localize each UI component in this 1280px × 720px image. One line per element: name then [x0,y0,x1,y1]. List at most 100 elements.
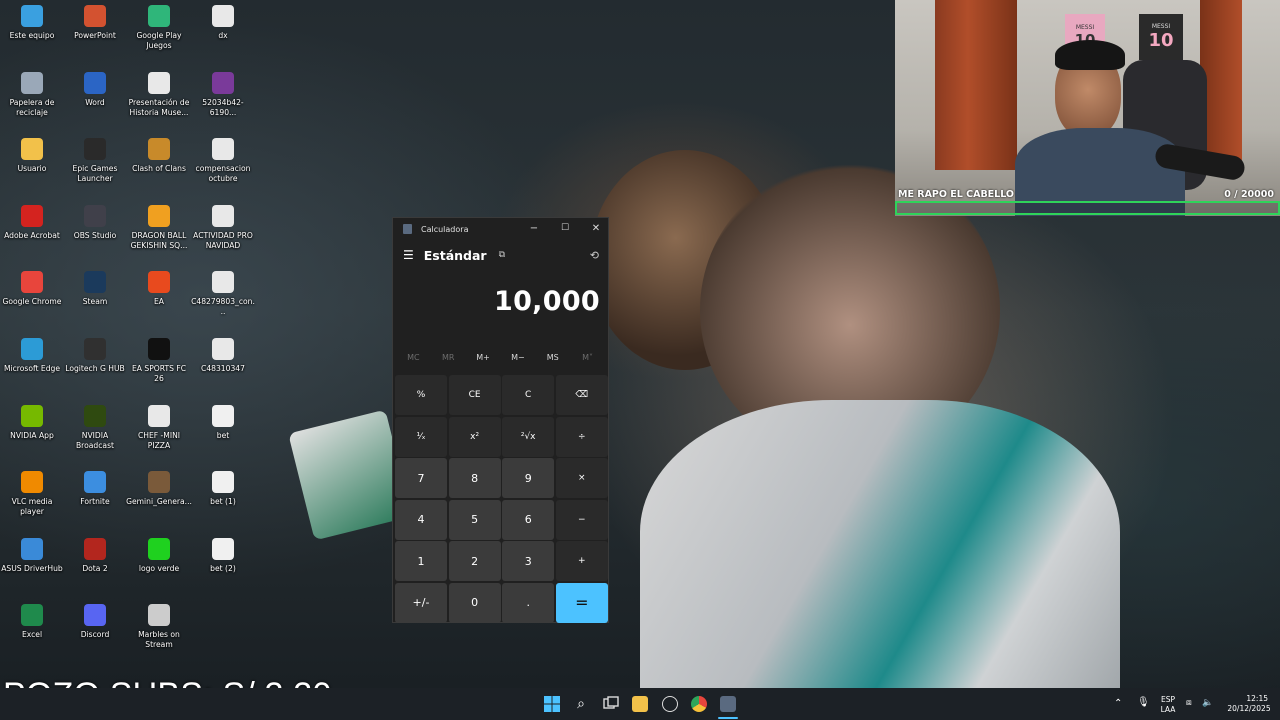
desktop-icon[interactable]: Marbles on Stream [127,604,191,650]
dragonball-icon [148,204,170,227]
desktop-icon[interactable]: C48279803_con... [191,271,255,317]
calc-key[interactable]: 2 [448,541,501,582]
memory-button[interactable]: M+ [466,353,500,362]
desktop-icon[interactable]: EA [127,271,191,307]
tray-chevron-icon[interactable]: ⌃ [1114,699,1122,709]
desktop-icon[interactable]: bet [191,404,255,441]
calculator-titlebar[interactable]: Calculadora − ☐ ✕ [393,218,608,240]
desktop-icon[interactable]: NVIDIA App [0,404,64,441]
calc-key[interactable]: +/- [395,582,447,623]
calc-key[interactable]: − [555,499,608,540]
calc-key[interactable]: 4 [395,499,447,540]
desktop-icon[interactable]: Fortnite [63,471,127,507]
maximize-icon[interactable]: ☐ [555,223,575,233]
desktop-icon[interactable]: Google Play Juegos [127,5,191,51]
desktop-icon[interactable]: 52034b42-6190... [191,71,255,118]
calc-key[interactable]: ¹⁄ₓ [395,416,447,457]
minimize-icon[interactable]: − [524,223,544,234]
desktop-icon[interactable]: Logitech G HUB [63,338,127,374]
calc-key[interactable]: 5 [448,499,501,540]
desktop-icon[interactable]: OBS Studio [63,204,127,241]
calc-key[interactable]: x² [448,416,501,457]
nvidia-broadcast-icon [84,404,106,427]
memory-button[interactable]: M− [501,353,535,362]
calc-key[interactable]: × [555,458,608,499]
file-explorer-icon[interactable] [632,696,648,712]
desktop-icon-label: bet (1) [210,497,236,507]
obs-taskbar-icon[interactable] [662,696,678,712]
search-icon[interactable]: ⌕ [573,696,589,712]
desktop-icon[interactable]: Clash of Clans [127,138,191,174]
desktop-icon[interactable]: Papelera de reciclaje [0,71,64,118]
desktop-icon-label: Este equipo [9,31,55,40]
calculator-taskbar-icon[interactable] [720,696,736,712]
sub-goal-caption: ME RAPO EL CABELLO [898,189,1015,200]
desktop-icon-label: Epic Games Launcher [72,164,118,184]
calc-key[interactable]: + [555,541,608,582]
calc-key[interactable]: 3 [502,541,555,582]
desktop-icon[interactable]: ASUS DriverHub [0,537,64,574]
desktop-icon[interactable]: C48310347 [191,338,255,374]
task-view-icon[interactable] [603,696,619,712]
desktop-icon[interactable]: ACTIVIDAD PRO NAVIDAD [191,204,255,251]
active-app-indicator [718,717,738,719]
memory-button[interactable]: MC [396,353,430,362]
close-icon[interactable]: ✕ [586,223,606,234]
calc-key[interactable]: ⌫ [555,375,608,415]
calc-key[interactable]: = [555,582,608,623]
desktop-icon[interactable]: bet (1) [191,471,255,507]
desktop-icon[interactable]: Discord [63,604,127,640]
chrome-taskbar-icon[interactable] [691,696,707,712]
desktop-icon[interactable]: Adobe Acrobat [0,204,64,241]
desktop-icon[interactable]: Word [63,71,127,108]
desktop-icon[interactable]: Gemini_Genera... [126,471,192,507]
calc-key[interactable]: . [502,582,555,623]
desktop-icon[interactable]: compensacion octubre [191,138,255,184]
desktop-icon[interactable]: CHEF -MINI PIZZA [127,404,191,451]
calc-key[interactable]: ²√x [502,416,555,457]
calc-key[interactable]: CE [448,375,501,415]
volume-icon[interactable]: 🔈 [1202,698,1213,708]
desktop-icon[interactable]: Steam [63,271,127,307]
desktop-icon[interactable]: DRAGON BALL GEKISHIN SQ... [127,204,191,251]
calc-key[interactable]: 0 [448,582,501,623]
jersey-shape [640,400,1120,688]
calc-key[interactable]: 9 [502,458,555,499]
start-icon[interactable] [544,696,560,712]
calc-key[interactable]: C [502,375,555,415]
desktop-icon[interactable]: dx [191,5,255,41]
keep-on-top-icon[interactable]: ⧉ [499,250,505,260]
calc-key[interactable]: 6 [502,499,555,540]
desktop-icon[interactable]: bet (2) [191,537,255,574]
desktop-icon[interactable]: VLC media player [0,471,64,517]
desktop-icon[interactable]: Excel [0,604,64,640]
microphone-tray-icon[interactable]: 🎙 [1137,698,1150,708]
calculator-window[interactable]: Calculadora − ☐ ✕ ☰ Estándar ⧉ ⟲ 10,000 … [392,217,609,623]
calc-key[interactable]: % [395,375,447,415]
calc-key[interactable]: ÷ [555,416,608,457]
calc-key[interactable]: 8 [448,458,501,499]
hamburger-menu-icon[interactable]: ☰ [403,248,414,262]
network-icon[interactable]: ⧈ [1186,698,1192,708]
desktop-icon[interactable]: Epic Games Launcher [63,138,127,184]
desktop-icon-label: Excel [21,630,43,640]
calc-key[interactable]: 7 [395,458,447,499]
desktop-icon[interactable]: NVIDIA Broadcast [63,404,127,451]
desktop-icon[interactable]: Usuario [0,138,64,174]
desktop-icon[interactable]: Microsoft Edge [0,338,64,374]
desktop-icon[interactable]: Presentación de Historia Muse... [127,71,191,118]
desktop-icon[interactable]: PowerPoint [63,5,127,41]
memory-button[interactable]: MS [536,353,570,362]
desktop-icon[interactable]: logo verde [127,537,191,574]
desktop-icon[interactable]: Este equipo [0,5,64,41]
memory-button[interactable]: M˅ [571,353,605,362]
desktop-icon[interactable]: Google Chrome [0,271,64,307]
history-icon[interactable]: ⟲ [590,249,599,262]
language-indicator[interactable]: ESP LAA [1156,695,1180,715]
calc-key[interactable]: 1 [395,541,447,582]
clock[interactable]: 12:15 20/12/2025 [1224,694,1274,714]
desktop-icon[interactable]: Dota 2 [63,537,127,574]
desktop-icon[interactable]: EA SPORTS FC 26 [127,338,191,384]
memory-button[interactable]: MR [431,353,465,362]
fc26-icon [148,338,170,360]
